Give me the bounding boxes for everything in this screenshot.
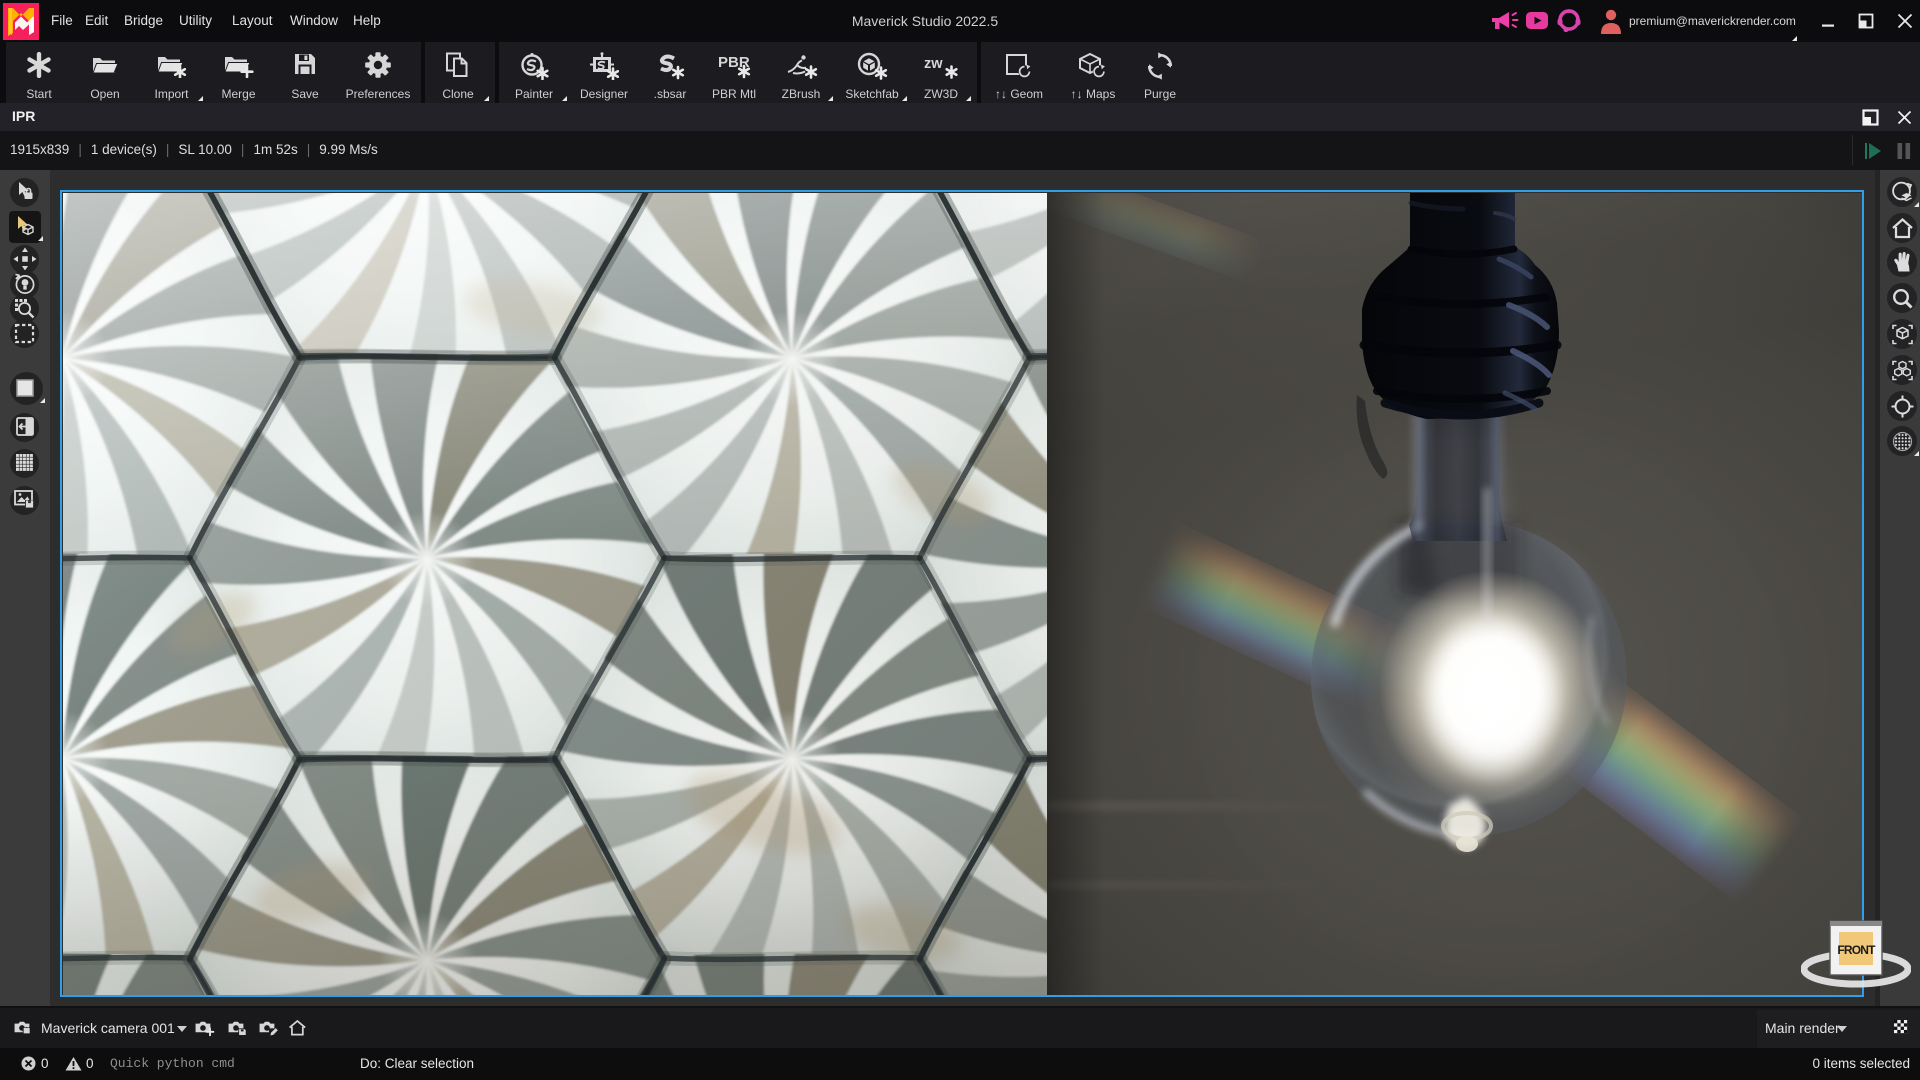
svg-text:FRONT: FRONT [1837,943,1876,957]
svg-text:zw: zw [924,56,943,72]
